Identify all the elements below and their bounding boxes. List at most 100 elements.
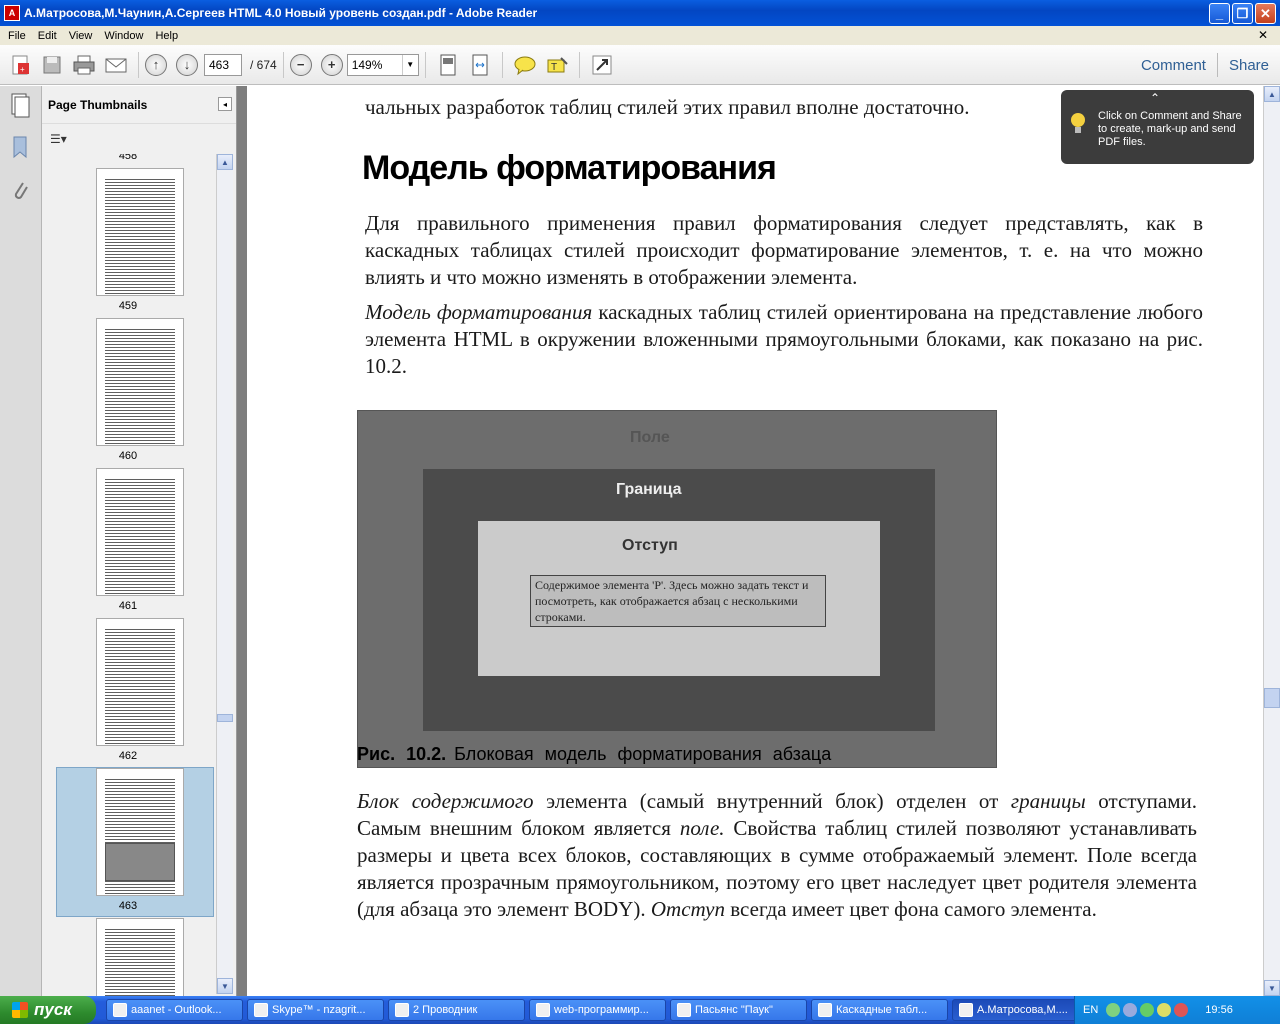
scroll-down-icon[interactable]: ▼ bbox=[217, 978, 233, 994]
outlook-icon bbox=[113, 1003, 127, 1017]
pdf-page: чальных разработок таблиц стилей этих пр… bbox=[247, 86, 1263, 996]
taskbar: пуск aaanet - Outlook... Skype™ - nzagri… bbox=[0, 996, 1280, 1024]
taskbar-item-label: web-программир... bbox=[554, 1004, 649, 1016]
taskbar-item[interactable]: Каскадные табл... bbox=[811, 999, 948, 1021]
taskbar-item-active[interactable]: А.Матросова,М.... bbox=[952, 999, 1089, 1021]
thumbnail-label: 462 bbox=[118, 750, 138, 762]
panel-title: Page Thumbnails bbox=[42, 86, 236, 124]
thumbnail-page[interactable] bbox=[96, 618, 184, 746]
tray-icon[interactable] bbox=[1106, 1003, 1121, 1017]
solitaire-icon bbox=[677, 1003, 691, 1017]
thumbnail-label: 460 bbox=[118, 450, 138, 462]
expand-icon[interactable] bbox=[588, 51, 616, 79]
thumbnail-page[interactable] bbox=[96, 468, 184, 596]
page-thumbnails-icon[interactable] bbox=[9, 92, 31, 118]
start-button[interactable]: пуск bbox=[0, 996, 96, 1024]
zoom-select[interactable]: 149% ▼ bbox=[346, 53, 419, 76]
menu-edit[interactable]: Edit bbox=[32, 30, 63, 42]
task-buttons: Comment Share bbox=[1130, 45, 1280, 85]
tooltip-text: Click on Comment and Share to create, ma… bbox=[1098, 110, 1242, 148]
menu-view[interactable]: View bbox=[63, 30, 99, 42]
comment-button[interactable]: Comment bbox=[1130, 57, 1217, 74]
figure-border-box: Граница Отступ Содержимое элемента 'P'. … bbox=[423, 469, 935, 731]
border-label: Граница bbox=[616, 481, 682, 498]
attachments-icon[interactable] bbox=[9, 178, 31, 204]
save-icon[interactable] bbox=[38, 51, 66, 79]
system-tray: EN 19:56 bbox=[1074, 996, 1280, 1024]
close-button[interactable]: ✕ bbox=[1255, 3, 1276, 24]
scrollbar-thumb[interactable] bbox=[1264, 688, 1280, 708]
zoom-out-icon[interactable]: − bbox=[289, 53, 312, 76]
zoom-in-icon[interactable]: + bbox=[320, 53, 343, 76]
page-number-input[interactable]: 463 bbox=[204, 53, 242, 76]
create-pdf-icon[interactable]: + bbox=[6, 51, 34, 79]
tray-icon[interactable] bbox=[1174, 1003, 1189, 1017]
figure-padding-box: Отступ Содержимое элемента 'P'. Здесь мо… bbox=[478, 521, 880, 676]
minimize-button[interactable]: _ bbox=[1209, 3, 1230, 24]
fit-width-icon[interactable] bbox=[466, 51, 494, 79]
toolbar-separator bbox=[138, 51, 139, 78]
caption-number: Рис. 10.2. bbox=[357, 744, 447, 764]
print-icon[interactable] bbox=[70, 51, 98, 79]
taskbar-item[interactable]: web-программир... bbox=[529, 999, 666, 1021]
sticky-note-icon[interactable] bbox=[511, 51, 539, 79]
panel-options-icon[interactable]: ☰▾ bbox=[50, 132, 76, 148]
taskbar-item[interactable]: 2 Проводник bbox=[388, 999, 525, 1021]
figure-margin-box: Поле Граница Отступ Содержимое элемента … bbox=[357, 410, 997, 768]
language-indicator[interactable]: EN bbox=[1083, 1004, 1098, 1016]
scroll-up-icon[interactable]: ▲ bbox=[217, 154, 233, 170]
section-heading: Модель форматирования bbox=[362, 149, 777, 187]
thumbnail-label: 463 bbox=[118, 900, 138, 912]
zoom-value: 149% bbox=[351, 57, 383, 72]
figure-content-box: Содержимое элемента 'P'. Здесь можно зад… bbox=[530, 575, 826, 627]
document-scrollbar[interactable]: ▲ ▼ bbox=[1263, 86, 1280, 996]
toolbar: + ↑ ↓ 463 / 674 − + 149% ▼ T Comment Sha… bbox=[0, 45, 1280, 85]
thumbnail-figure bbox=[105, 843, 175, 881]
thumbnail-page[interactable] bbox=[96, 768, 184, 896]
tray-icon[interactable] bbox=[1140, 1003, 1155, 1017]
svg-text:T: T bbox=[551, 62, 557, 73]
firefox-icon bbox=[818, 1003, 832, 1017]
paragraph-2: Модель форматирования каскадных таблиц с… bbox=[365, 299, 1203, 380]
scroll-up-icon[interactable]: ▲ bbox=[1264, 86, 1280, 102]
collapse-panel-button[interactable]: ◂ bbox=[218, 97, 232, 111]
scrollbar-thumb[interactable] bbox=[217, 714, 233, 722]
navigation-rail bbox=[0, 86, 42, 996]
tray-icon[interactable] bbox=[1123, 1003, 1138, 1017]
menu-window[interactable]: Window bbox=[98, 30, 149, 42]
skype-icon bbox=[254, 1003, 268, 1017]
menu-file[interactable]: File bbox=[2, 30, 32, 42]
taskbar-item-label: А.Матросова,М.... bbox=[977, 1004, 1068, 1016]
taskbar-item[interactable]: Пасьянс "Паук" bbox=[670, 999, 807, 1021]
toolbar-separator bbox=[424, 51, 426, 78]
menu-bar: File Edit View Window Help ✕ bbox=[0, 26, 1280, 45]
highlight-text-icon[interactable]: T bbox=[543, 51, 571, 79]
bookmarks-icon[interactable] bbox=[9, 134, 31, 160]
comment-share-tooltip[interactable]: ⌃ Click on Comment and Share to create, … bbox=[1061, 90, 1254, 164]
chevron-up-icon[interactable]: ⌃ bbox=[1150, 92, 1160, 105]
document-viewport[interactable]: чальных разработок таблиц стилей этих пр… bbox=[237, 86, 1263, 996]
maximize-button[interactable]: ❐ bbox=[1232, 3, 1253, 24]
taskbar-item-label: aaanet - Outlook... bbox=[131, 1004, 222, 1016]
thumbnails-scrollbar[interactable]: ▲ ▼ bbox=[216, 154, 233, 994]
next-page-icon[interactable]: ↓ bbox=[176, 53, 198, 76]
taskbar-item[interactable]: Skype™ - nzagrit... bbox=[247, 999, 384, 1021]
tray-icon[interactable] bbox=[1157, 1003, 1172, 1017]
italic-term: границы bbox=[1010, 789, 1086, 813]
email-icon[interactable] bbox=[102, 51, 130, 79]
taskbar-item[interactable]: aaanet - Outlook... bbox=[106, 999, 243, 1021]
taskbar-item-label: Каскадные табл... bbox=[836, 1004, 928, 1016]
scroll-down-icon[interactable]: ▼ bbox=[1264, 980, 1280, 996]
lightbulb-icon bbox=[1071, 113, 1085, 133]
thumbnail-page[interactable] bbox=[96, 918, 184, 996]
thumbnail-page[interactable] bbox=[96, 318, 184, 446]
thumbnail-page[interactable] bbox=[96, 168, 184, 296]
previous-page-icon[interactable]: ↑ bbox=[145, 53, 167, 76]
taskbar-item-label: Пасьянс "Паук" bbox=[695, 1004, 773, 1016]
chevron-down-icon[interactable]: ▼ bbox=[401, 54, 418, 75]
document-close-button[interactable]: ✕ bbox=[1252, 28, 1274, 42]
fit-page-icon[interactable] bbox=[434, 51, 462, 79]
share-button[interactable]: Share bbox=[1218, 57, 1280, 74]
menu-help[interactable]: Help bbox=[149, 30, 184, 42]
italic-term: поле. bbox=[679, 816, 725, 840]
